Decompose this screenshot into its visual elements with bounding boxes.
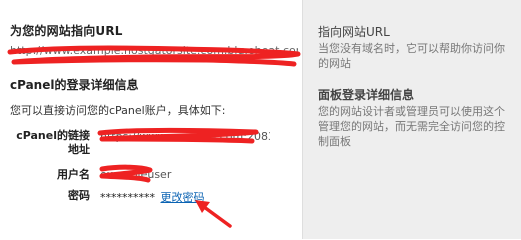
url-help-body: 当您没有域名时，它可以帮助你访问你的网站 (318, 42, 505, 70)
cpanel-link-label-line2: 地址 (68, 143, 90, 156)
change-password-link[interactable]: 更改密码 (161, 191, 205, 204)
url-help-block: 指向网站URL 当您没有域名时，它可以帮助你访问你的网站 (318, 24, 514, 71)
cpanel-login-heading: cPanel的登录详细信息 (10, 78, 139, 92)
cpanel-link-label-line1: cPanel的链接 (16, 129, 90, 142)
cpanel-help-title: 面板登录详细信息 (318, 88, 415, 102)
site-url-row: http://www.example.hostgatorsite.com.blu… (10, 44, 298, 62)
username-label: 用户名 (57, 168, 90, 181)
password-row: ********** 更改密码 (100, 189, 205, 205)
password-value: ********** (100, 191, 155, 204)
site-url-link[interactable]: http://www.example.hostgatorsite.com.blu… (10, 44, 298, 57)
cpanel-link-value[interactable]: https://www.example.com:2083/ (100, 130, 270, 143)
cpanel-login-description: 您可以直接访问您的cPanel账户，具体如下: (10, 104, 226, 117)
cpanel-help-block: 面板登录详细信息 您的网站设计者或管理员可以使用这个管理您的网站，而无需完全访问… (318, 87, 514, 149)
url-help-title: 指向网站URL (318, 25, 390, 39)
username-value: exampleuser (100, 168, 172, 181)
cpanel-link-label: cPanel的链接 地址 (10, 129, 90, 157)
password-label: 密码 (68, 189, 90, 202)
cpanel-help-body: 您的网站设计者或管理员可以使用这个管理您的网站，而无需完全访问您的控制面板 (318, 105, 505, 148)
site-url-heading: 为您的网站指向URL (10, 24, 123, 38)
account-info-panel: 为您的网站指向URL http://www.example.hostgators… (0, 0, 521, 239)
